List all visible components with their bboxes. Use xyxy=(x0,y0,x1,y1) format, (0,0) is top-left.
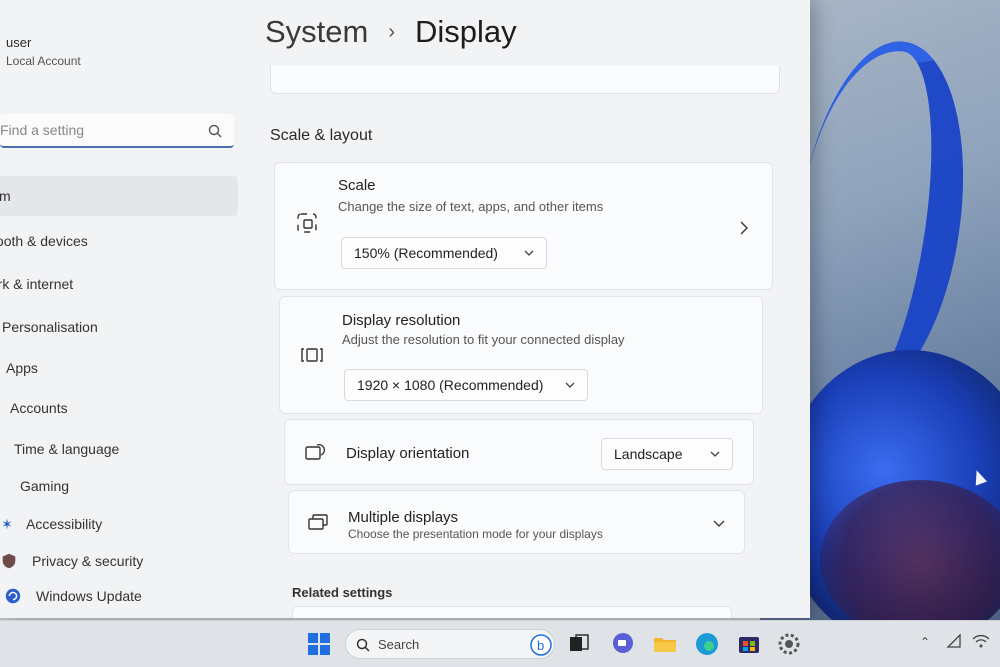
resolution-icon xyxy=(301,348,323,362)
breadcrumb-parent[interactable]: System xyxy=(265,14,368,50)
sidebar-item-label: Bluetooth & devices xyxy=(0,233,88,249)
previous-card-edge xyxy=(270,66,780,94)
taskbar-search-label: Search xyxy=(378,636,420,652)
store-icon[interactable] xyxy=(736,631,762,657)
orientation-title: Display orientation xyxy=(346,445,470,462)
sidebar-item-accounts[interactable]: Accounts xyxy=(0,388,240,428)
breadcrumb-separator: › xyxy=(388,20,396,43)
sidebar-item-bluetooth[interactable]: Bluetooth & devices xyxy=(0,221,200,261)
sidebar-item-accessibility[interactable]: ✶ Accessibility xyxy=(0,504,240,544)
multiple-displays-description: Choose the presentation mode for your di… xyxy=(348,527,603,541)
chevron-down-icon xyxy=(710,451,720,457)
sidebar-item-apps[interactable]: Apps xyxy=(0,348,240,388)
taskbar: Search b ⌃ xyxy=(0,620,1000,667)
breadcrumb: System › Display xyxy=(265,14,517,50)
accessibility-icon: ✶ xyxy=(1,515,13,532)
related-settings-heading: Related settings xyxy=(292,585,393,600)
windows-start-icon[interactable] xyxy=(306,631,332,657)
sidebar-item-personalisation[interactable]: Personalisation xyxy=(0,307,240,347)
section-title: Scale & layout xyxy=(270,127,373,144)
taskbar-search[interactable]: Search b xyxy=(345,629,555,659)
scale-icon xyxy=(297,213,317,233)
resolution-value: 1920 × 1080 (Recommended) xyxy=(357,377,544,393)
chevron-down-icon xyxy=(565,382,575,388)
wifi-icon[interactable] xyxy=(972,633,990,649)
chat-icon[interactable] xyxy=(610,631,636,657)
sidebar-item-label: Network & internet xyxy=(0,276,74,292)
display-orientation-card: Display orientation Landscape xyxy=(284,419,754,485)
multiple-displays-icon xyxy=(308,514,328,530)
user-account-type: Local Account xyxy=(6,54,81,68)
resolution-title: Display resolution xyxy=(342,312,461,329)
task-view-icon[interactable] xyxy=(566,631,592,657)
sidebar-item-label: Personalisation xyxy=(2,319,98,335)
search-icon[interactable] xyxy=(208,124,222,138)
page-title: Display xyxy=(415,14,517,49)
display-resolution-card: Display resolution Adjust the resolution… xyxy=(279,296,763,414)
multiple-displays-title: Multiple displays xyxy=(348,509,459,526)
sidebar-item-label: Windows Update xyxy=(36,588,142,604)
sidebar-item-label: Gaming xyxy=(20,478,70,494)
scale-value: 150% (Recommended) xyxy=(354,245,498,261)
shield-icon xyxy=(2,553,16,569)
sidebar-item-system[interactable]: System xyxy=(0,176,238,216)
sidebar-item-privacy[interactable]: Privacy & security xyxy=(0,541,240,581)
chevron-down-icon xyxy=(524,250,534,256)
sidebar-item-gaming[interactable]: Gaming xyxy=(0,466,240,506)
next-card-edge xyxy=(292,606,732,618)
network-icon[interactable] xyxy=(946,633,962,649)
sidebar-item-time-language[interactable]: Time & language xyxy=(0,429,240,469)
sidebar-item-label: Apps xyxy=(6,360,38,376)
search-input[interactable] xyxy=(0,114,200,146)
orientation-icon xyxy=(305,443,325,460)
orientation-value: Landscape xyxy=(614,446,683,462)
sidebar-item-network[interactable]: Network & internet xyxy=(0,264,198,304)
sidebar-item-label: System xyxy=(0,188,11,204)
bing-icon[interactable]: b xyxy=(530,634,552,656)
multiple-displays-card[interactable]: Multiple displays Choose the presentatio… xyxy=(288,490,745,554)
chevron-down-icon[interactable] xyxy=(713,519,725,528)
resolution-description: Adjust the resolution to fit your connec… xyxy=(342,332,625,347)
scale-title: Scale xyxy=(338,177,376,194)
search-icon xyxy=(356,638,370,652)
user-name: user xyxy=(6,35,32,50)
svg-text:b: b xyxy=(537,638,544,653)
sidebar-item-label: Accessibility xyxy=(26,516,103,532)
settings-window: user Local Account System Bluetooth & de… xyxy=(0,0,810,618)
tray-chevron-up-icon[interactable]: ⌃ xyxy=(920,635,930,649)
update-icon xyxy=(5,588,21,604)
sidebar-item-label: Accounts xyxy=(10,400,68,416)
scale-card[interactable]: Scale Change the size of text, apps, and… xyxy=(274,162,773,290)
settings-gear-icon[interactable] xyxy=(776,631,802,657)
sidebar: user Local Account System Bluetooth & de… xyxy=(0,0,248,618)
sidebar-item-windows-update[interactable]: Windows Update xyxy=(0,576,240,616)
settings-search-box[interactable] xyxy=(0,114,234,148)
scale-dropdown[interactable]: 150% (Recommended) xyxy=(341,237,547,269)
file-explorer-icon[interactable] xyxy=(652,631,678,657)
edge-icon[interactable] xyxy=(694,631,720,657)
sidebar-item-label: Privacy & security xyxy=(32,553,144,569)
orientation-dropdown[interactable]: Landscape xyxy=(601,438,733,470)
scale-description: Change the size of text, apps, and other… xyxy=(338,199,604,214)
chevron-right-icon[interactable] xyxy=(739,221,749,235)
resolution-dropdown[interactable]: 1920 × 1080 (Recommended) xyxy=(344,369,588,401)
sidebar-item-label: Time & language xyxy=(14,441,120,457)
